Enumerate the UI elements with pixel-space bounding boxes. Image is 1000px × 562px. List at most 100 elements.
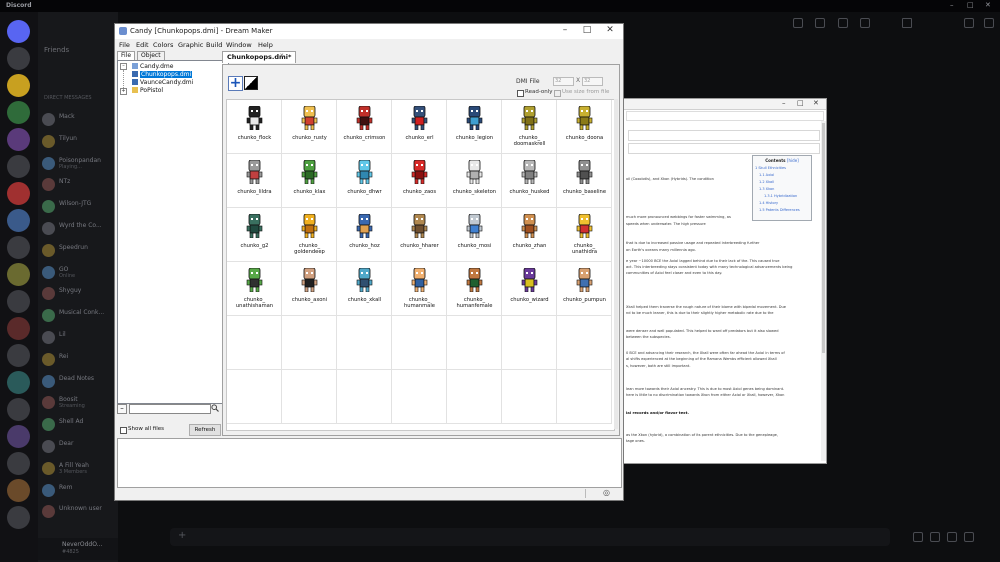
phone-icon[interactable] bbox=[793, 18, 803, 28]
search-icon[interactable] bbox=[902, 18, 912, 28]
menu-colors[interactable]: Colors bbox=[153, 41, 173, 49]
icon-state-cell[interactable]: chunko_ humanfemale bbox=[447, 262, 502, 316]
server-icon[interactable] bbox=[7, 371, 30, 394]
icon-state-cell[interactable]: chunko_ doomaskrell bbox=[502, 100, 557, 154]
collapse-all-button[interactable]: – bbox=[117, 404, 127, 414]
dm-list-item[interactable]: Rei bbox=[42, 352, 112, 368]
icon-state-cell[interactable]: chunko_ unathishaman bbox=[227, 262, 282, 316]
browser-address-bar[interactable] bbox=[626, 111, 824, 121]
show-all-files-checkbox[interactable] bbox=[120, 427, 127, 434]
discord-message-input[interactable] bbox=[170, 528, 890, 546]
icon-width-field[interactable]: 32 bbox=[553, 77, 574, 86]
icon-state-cell[interactable]: chunko_erl bbox=[392, 100, 447, 154]
inbox-icon[interactable] bbox=[964, 18, 974, 28]
discord-minimize-button[interactable]: – bbox=[950, 1, 954, 9]
icon-state-cell[interactable]: chunko_ unathidra bbox=[557, 208, 612, 262]
icon-state-cell[interactable]: chunko_doona bbox=[557, 100, 612, 154]
server-icon[interactable] bbox=[7, 209, 30, 232]
server-icon[interactable] bbox=[7, 344, 30, 367]
add-member-icon[interactable] bbox=[860, 18, 870, 28]
icon-state-cell[interactable]: chunko_xkall bbox=[337, 262, 392, 316]
toc-item[interactable]: 1.3.1 Hybridization bbox=[764, 194, 797, 198]
toc-item[interactable]: 1 Skull Ethnicities bbox=[755, 166, 786, 170]
server-icon[interactable] bbox=[7, 425, 30, 448]
dm-close-button[interactable]: ✕ bbox=[603, 25, 617, 35]
server-icon[interactable] bbox=[7, 506, 30, 529]
help-icon[interactable] bbox=[984, 18, 994, 28]
tree-item[interactable]: VaunceCandy.dmi bbox=[132, 79, 193, 87]
refresh-button[interactable]: Refresh bbox=[189, 424, 221, 436]
icon-state-cell[interactable]: chunko_crimson bbox=[337, 100, 392, 154]
server-icon[interactable] bbox=[7, 182, 30, 205]
dm-list-item[interactable]: Shyguy bbox=[42, 286, 112, 302]
gift-icon[interactable] bbox=[913, 532, 923, 542]
dm-list-item[interactable]: Speedrun bbox=[42, 243, 112, 259]
icon-state-cell[interactable]: chunko_legion bbox=[447, 100, 502, 154]
tree-collapse-toggle[interactable]: – bbox=[120, 63, 127, 70]
icon-state-cell[interactable]: chunko_husked bbox=[502, 154, 557, 208]
icon-state-cell[interactable]: chunko_zhan bbox=[502, 208, 557, 262]
tab-chunkopops-dmi[interactable]: Chunkopops.dmi* bbox=[222, 51, 297, 63]
background-toggle-icon[interactable] bbox=[244, 76, 258, 90]
menu-build[interactable]: Build bbox=[206, 41, 222, 49]
use-size-from-file-checkbox[interactable] bbox=[554, 90, 561, 97]
icon-state-cell[interactable]: chunko_g2 bbox=[227, 208, 282, 262]
server-icon[interactable] bbox=[7, 101, 30, 124]
dm-list-item[interactable]: Rem bbox=[42, 483, 112, 499]
upload-plus-icon[interactable]: + bbox=[178, 530, 186, 541]
dm-list-item[interactable]: Wilson-JTG bbox=[42, 199, 112, 215]
dm-list-item[interactable]: Tilyun bbox=[42, 134, 112, 150]
icon-state-cell[interactable]: chunko_axoni bbox=[282, 262, 337, 316]
icon-state-cell[interactable]: chunko_pumpun bbox=[557, 262, 612, 316]
icon-state-cell[interactable]: chunko_dhwr bbox=[337, 154, 392, 208]
icon-state-cell[interactable]: chunko_ humanmale bbox=[392, 262, 447, 316]
server-icon[interactable] bbox=[7, 452, 30, 475]
toc-item[interactable]: 1.3 Xkon bbox=[759, 187, 774, 191]
dm-list-item[interactable]: GO Online bbox=[42, 265, 112, 281]
browser-close-button[interactable]: ✕ bbox=[813, 99, 819, 107]
grid-scrollbar[interactable] bbox=[614, 99, 618, 429]
dm-list-item[interactable]: Dear bbox=[42, 439, 112, 455]
menu-graphic[interactable]: Graphic bbox=[178, 41, 203, 49]
dm-list-item[interactable]: Wyrd the Co... bbox=[42, 221, 112, 237]
icon-state-cell[interactable]: chunko_skeleton bbox=[447, 154, 502, 208]
pin-icon[interactable] bbox=[838, 18, 848, 28]
close-tab-icon[interactable]: x bbox=[280, 52, 284, 59]
tab-file[interactable]: File bbox=[117, 51, 136, 60]
icon-state-cell[interactable]: chunko_lildra bbox=[227, 154, 282, 208]
menu-window[interactable]: Window bbox=[226, 41, 252, 49]
toc-item[interactable]: 1.5 Patents Differences bbox=[759, 208, 800, 212]
menu-file[interactable]: File bbox=[119, 41, 130, 49]
video-icon[interactable] bbox=[815, 18, 825, 28]
tree-search-input[interactable] bbox=[129, 404, 211, 414]
sticker-icon[interactable] bbox=[947, 532, 957, 542]
server-icon[interactable] bbox=[7, 263, 30, 286]
discord-close-button[interactable]: ✕ bbox=[985, 1, 991, 9]
toc-item[interactable]: 1.2 Xkall bbox=[759, 180, 774, 184]
dm-maximize-button[interactable]: □ bbox=[580, 25, 594, 35]
dm-list-item[interactable]: Dead Notes bbox=[42, 374, 112, 390]
browser-maximize-button[interactable]: □ bbox=[797, 99, 804, 107]
server-icon[interactable] bbox=[7, 317, 30, 340]
icon-height-field[interactable]: 32 bbox=[582, 77, 603, 86]
icon-state-cell[interactable]: chunko_mosi bbox=[447, 208, 502, 262]
icon-state-cell[interactable]: chunko_hharer bbox=[392, 208, 447, 262]
icon-state-cell[interactable]: chunko_hoz bbox=[337, 208, 392, 262]
icon-state-cell[interactable]: chunko_ goldendeep bbox=[282, 208, 337, 262]
tree-item[interactable]: Chunkopops.dmi bbox=[132, 71, 193, 79]
dm-list-item[interactable]: Poisonpandan Playing... bbox=[42, 156, 112, 172]
dm-minimize-button[interactable]: – bbox=[558, 25, 572, 35]
icon-state-cell[interactable]: chunko_klax bbox=[282, 154, 337, 208]
dm-list-item[interactable]: NTz bbox=[42, 177, 112, 193]
dm-list-item[interactable]: Lil bbox=[42, 330, 112, 346]
icon-state-cell[interactable]: chunko_zaos bbox=[392, 154, 447, 208]
friends-link[interactable]: Friends bbox=[44, 46, 69, 54]
toc-item[interactable]: 1.1 Axiol bbox=[759, 173, 774, 177]
gif-icon[interactable] bbox=[930, 532, 940, 542]
browser-minimize-button[interactable]: – bbox=[782, 99, 786, 107]
tab-object[interactable]: Object bbox=[137, 51, 165, 60]
emoji-icon[interactable] bbox=[964, 532, 974, 542]
tree-item[interactable]: PoPistol bbox=[132, 87, 163, 95]
server-icon[interactable] bbox=[7, 74, 30, 97]
icon-state-cell[interactable]: chunko_wizard bbox=[502, 262, 557, 316]
